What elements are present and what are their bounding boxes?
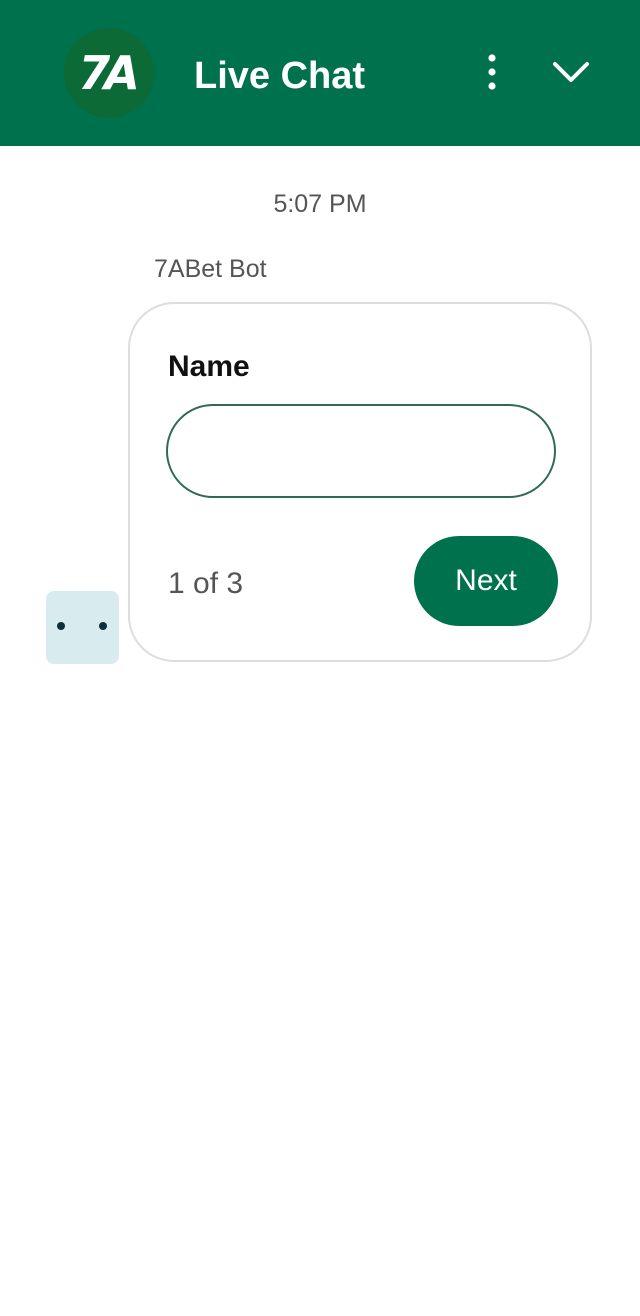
brand-logo: 7A bbox=[64, 28, 154, 118]
sender-name: 7ABet Bot bbox=[154, 255, 267, 283]
step-indicator: 1 of 3 bbox=[168, 567, 244, 600]
name-input[interactable] bbox=[166, 404, 556, 498]
chevron-down-icon[interactable] bbox=[550, 54, 592, 90]
form-card: Name 1 of 3 Next bbox=[128, 302, 592, 662]
bot-eye-left bbox=[57, 622, 65, 630]
chat-header: 7A Live Chat bbox=[0, 0, 640, 146]
name-field-label: Name bbox=[168, 350, 250, 383]
header-title: Live Chat bbox=[194, 55, 366, 97]
bot-face-icon bbox=[46, 591, 119, 664]
message-timestamp: 5:07 PM bbox=[273, 190, 367, 218]
bot-eye-right bbox=[99, 622, 107, 630]
logo-text: 7A bbox=[78, 46, 140, 100]
next-button[interactable]: Next bbox=[414, 536, 558, 626]
more-vertical-icon[interactable] bbox=[478, 52, 506, 92]
